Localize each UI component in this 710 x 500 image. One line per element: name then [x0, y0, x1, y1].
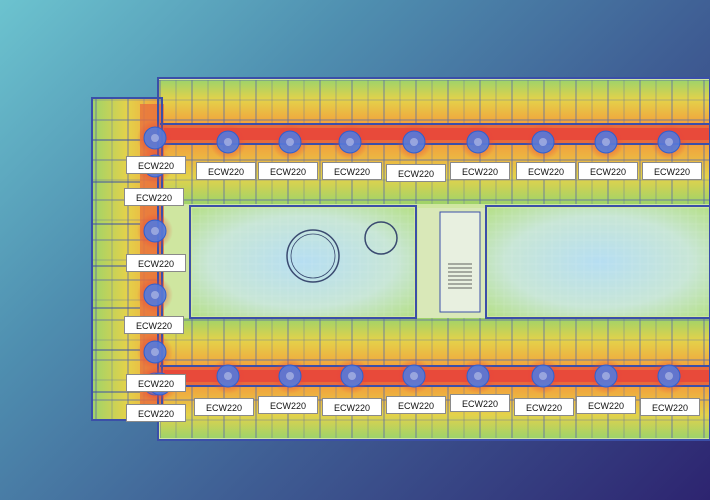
access-point-icon[interactable]	[460, 124, 496, 160]
access-point-icon[interactable]	[272, 358, 308, 394]
ap-label-top-7[interactable]: ECW220	[578, 162, 638, 180]
ap-label-bottom-7[interactable]: ECW220	[576, 396, 636, 414]
ap-label-bottom-3[interactable]: ECW220	[322, 398, 382, 416]
access-point-icon[interactable]	[332, 124, 368, 160]
access-point-icon[interactable]	[334, 358, 370, 394]
access-point-icon[interactable]	[396, 358, 432, 394]
access-point-icon[interactable]	[588, 124, 624, 160]
ap-label-top-2[interactable]: ECW220	[258, 162, 318, 180]
ap-label-bottom-1[interactable]: ECW220	[194, 398, 254, 416]
access-point-icon[interactable]	[651, 124, 687, 160]
ap-label-left-1[interactable]: ECW220	[126, 156, 186, 174]
ap-label-top-6[interactable]: ECW220	[516, 162, 576, 180]
access-point-icon[interactable]	[525, 124, 561, 160]
access-point-icon[interactable]	[210, 124, 246, 160]
access-point-icon[interactable]	[460, 358, 496, 394]
ap-label-left-6[interactable]: ECW220	[126, 404, 186, 422]
ap-label-bottom-6[interactable]: ECW220	[514, 398, 574, 416]
ap-label-left-3[interactable]: ECW220	[126, 254, 186, 272]
ap-label-bottom-4[interactable]: ECW220	[386, 396, 446, 414]
access-point-icon[interactable]	[272, 124, 308, 160]
access-point-icon[interactable]	[651, 358, 687, 394]
ap-label-bottom-5[interactable]: ECW220	[450, 394, 510, 412]
access-point-icon[interactable]	[525, 358, 561, 394]
ap-label-left-4[interactable]: ECW220	[124, 316, 184, 334]
ap-label-top-1[interactable]: ECW220	[196, 162, 256, 180]
floor-plan-heatmap	[91, 77, 710, 441]
ap-label-left-2[interactable]: ECW220	[124, 188, 184, 206]
access-point-icon[interactable]	[210, 358, 246, 394]
ap-label-top-3[interactable]: ECW220	[322, 162, 382, 180]
ap-label-bottom-8[interactable]: ECW220	[640, 398, 700, 416]
ap-label-top-5[interactable]: ECW220	[450, 162, 510, 180]
access-point-icon[interactable]	[137, 277, 173, 313]
access-point-icon[interactable]	[588, 358, 624, 394]
access-point-icon[interactable]	[396, 124, 432, 160]
access-point-icon[interactable]	[137, 334, 173, 370]
access-point-icon[interactable]	[137, 213, 173, 249]
ap-label-top-4[interactable]: ECW220	[386, 164, 446, 182]
ap-label-left-5[interactable]: ECW220	[126, 374, 186, 392]
ap-label-bottom-2[interactable]: ECW220	[258, 396, 318, 414]
ap-label-top-8[interactable]: ECW220	[642, 162, 702, 180]
